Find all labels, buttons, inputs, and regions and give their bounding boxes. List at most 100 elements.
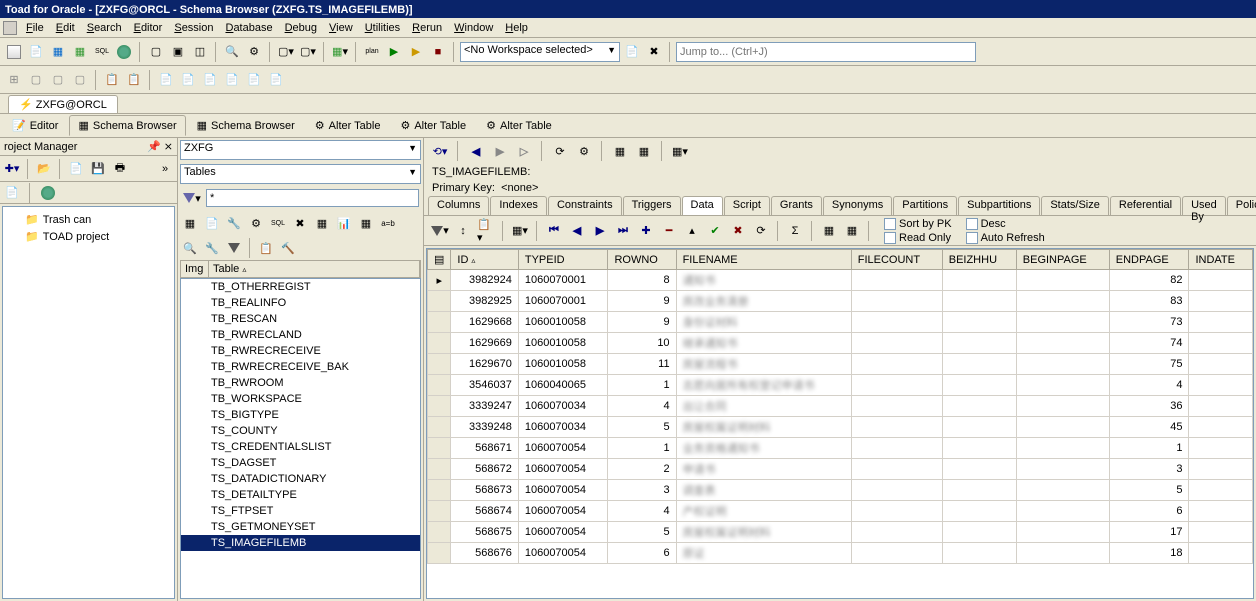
grid-row[interactable]: 56867510600700545房屋权属证明材料17 [428, 522, 1253, 543]
obj-tab-subpartitions[interactable]: Subpartitions [958, 196, 1040, 215]
grid-row[interactable]: 398292510600700019房改业务清册83 [428, 291, 1253, 312]
mt2-b[interactable]: 🔧 [202, 238, 222, 258]
data-grid[interactable]: ▤ID▵TYPEIDROWNOFILENAMEFILECOUNTBEIZHHUB… [426, 248, 1254, 599]
table-item[interactable]: TB_RESCAN [181, 311, 420, 327]
grid-row[interactable]: ▸398292410600700018通知书82 [428, 270, 1253, 291]
mt-i[interactable]: ▦ [356, 213, 376, 233]
obj-tab-grants[interactable]: Grants [771, 196, 822, 215]
table-item[interactable]: TS_DATADICTIONARY [181, 471, 420, 487]
mt-c[interactable]: 🔧 [224, 213, 244, 233]
open-sql-btn[interactable]: 📄 [26, 42, 46, 62]
nav-tab-0[interactable]: 📝Editor [3, 115, 67, 136]
mt2-a[interactable]: 🔍 [180, 238, 200, 258]
mt-j[interactable]: a=b [378, 213, 398, 233]
win1-btn[interactable]: ▢ [146, 42, 166, 62]
doc-c[interactable]: 📄 [200, 70, 220, 90]
table-item[interactable]: TB_WORKSPACE [181, 391, 420, 407]
grid-row[interactable]: 56867610600700546原证18 [428, 543, 1253, 564]
dt-del[interactable]: ━ [659, 221, 679, 241]
pm-print-btn[interactable]: 🖶 [110, 159, 130, 179]
dt-first[interactable]: ⏮ [544, 221, 564, 241]
table-item[interactable]: TB_OTHERREGIST [181, 279, 420, 295]
mt-b[interactable]: 📄 [202, 213, 222, 233]
col-ROWNO[interactable]: ROWNO [608, 250, 676, 270]
table-item[interactable]: TS_GETMONEYSET [181, 519, 420, 535]
table-item[interactable]: TB_RWRECRECEIVE [181, 343, 420, 359]
nav-tab-1[interactable]: ▦Schema Browser [69, 115, 185, 136]
grid-row[interactable]: 56867410600700544产权证明6 [428, 501, 1253, 522]
paste-btn[interactable]: 📋 [124, 70, 144, 90]
nav-tab-2[interactable]: ▦Schema Browser [188, 115, 304, 136]
table-item[interactable]: TS_DAGSET [181, 455, 420, 471]
dt-copy[interactable]: 📋▾ [476, 221, 496, 241]
menu-editor[interactable]: Editor [128, 20, 169, 36]
doc-d[interactable]: 📄 [222, 70, 242, 90]
table-item[interactable]: TS_COUNTY [181, 423, 420, 439]
doc-e[interactable]: 📄 [244, 70, 264, 90]
pm-close-icon[interactable]: 📌 ⨯ [147, 140, 173, 153]
table-item[interactable]: TB_RWRECLAND [181, 327, 420, 343]
menu-debug[interactable]: Debug [279, 20, 323, 36]
run-btn[interactable]: ▶ [384, 42, 404, 62]
dt-refresh[interactable]: ⟳ [751, 221, 771, 241]
nav-tab-3[interactable]: ⚙Alter Table [306, 115, 390, 136]
win3-btn[interactable]: ◫ [190, 42, 210, 62]
grid-row[interactable]: 333924710600700344出让合同36 [428, 396, 1253, 417]
grid-row[interactable]: 56867210600700542申请书3 [428, 459, 1253, 480]
rt-d[interactable]: ▦ [634, 141, 654, 161]
menu-search[interactable]: Search [81, 20, 128, 36]
obj-tab-used by[interactable]: Used By [1182, 196, 1226, 215]
mt2-c[interactable]: 📋 [256, 238, 276, 258]
cog-btn[interactable]: ⚙ [244, 42, 264, 62]
copy-btn[interactable]: 📋 [102, 70, 122, 90]
jump-input[interactable] [676, 42, 976, 62]
rt-e[interactable]: ▦▾ [670, 141, 690, 161]
col-FILECOUNT[interactable]: FILECOUNT [851, 250, 942, 270]
rt-b[interactable]: ⚙ [574, 141, 594, 161]
col-BEGINPAGE[interactable]: BEGINPAGE [1016, 250, 1109, 270]
dt-cancel[interactable]: ✖ [728, 221, 748, 241]
col-TYPEID[interactable]: TYPEID [518, 250, 608, 270]
chk-sort[interactable]: Sort by PK [884, 218, 952, 230]
commit-btn[interactable]: ▢▾ [276, 42, 296, 62]
grid-row[interactable]: 333924810600700345房屋权属证明材料45 [428, 417, 1253, 438]
menu-edit[interactable]: Edit [50, 20, 81, 36]
obj-tab-script[interactable]: Script [724, 196, 770, 215]
obj-tab-stats/size[interactable]: Stats/Size [1041, 196, 1109, 215]
menu-view[interactable]: View [323, 20, 359, 36]
ws-add-btn[interactable]: 📄 [622, 42, 642, 62]
obj-tab-columns[interactable]: Columns [428, 196, 489, 215]
obj-tab-indexes[interactable]: Indexes [490, 196, 547, 215]
grid-row[interactable]: 56867110600700541业务资格通知书1 [428, 438, 1253, 459]
pm-add-btn[interactable]: ✚▾ [2, 159, 22, 179]
filter-icon[interactable]: ▾ [182, 188, 202, 208]
obj-tab-triggers[interactable]: Triggers [623, 196, 681, 215]
nav-back-drop[interactable]: ⟲▾ [430, 141, 450, 161]
obj-tab-data[interactable]: Data [682, 196, 723, 215]
menu-session[interactable]: Session [168, 20, 219, 36]
dt-add[interactable]: ✚ [636, 221, 656, 241]
grid-row[interactable]: 56867310600700543调查表5 [428, 480, 1253, 501]
stop-btn[interactable]: ■ [428, 42, 448, 62]
pm-doc-btn[interactable]: 📄 [2, 183, 22, 203]
dt-edit[interactable]: ▴ [682, 221, 702, 241]
menu-rerun[interactable]: Rerun [406, 20, 448, 36]
mt-d[interactable]: ⚙ [246, 213, 266, 233]
db-btn[interactable] [114, 42, 134, 62]
dt-last[interactable]: ⏭ [613, 221, 633, 241]
dt-sort[interactable]: ↕ [453, 221, 473, 241]
mt2-d[interactable]: 🔨 [278, 238, 298, 258]
obj-tab-synonyms[interactable]: Synonyms [823, 196, 892, 215]
browser-btn[interactable]: ▦ [48, 42, 68, 62]
win2-btn[interactable]: ▣ [168, 42, 188, 62]
mt2-filter[interactable] [224, 238, 244, 258]
pm-db-btn[interactable] [38, 183, 58, 203]
col-INDATE[interactable]: INDATE [1189, 250, 1253, 270]
dt-filter[interactable]: ▾ [430, 221, 450, 241]
chk-ro[interactable]: Read Only [884, 232, 952, 244]
nav-prev[interactable]: ◀ [466, 141, 486, 161]
mt-f[interactable]: ✖ [290, 213, 310, 233]
pm-more-btn[interactable]: » [155, 159, 175, 179]
table-item[interactable]: TB_RWROOM [181, 375, 420, 391]
grid-row[interactable]: 354603710600400651志愿向居所有权登记申请书4 [428, 375, 1253, 396]
